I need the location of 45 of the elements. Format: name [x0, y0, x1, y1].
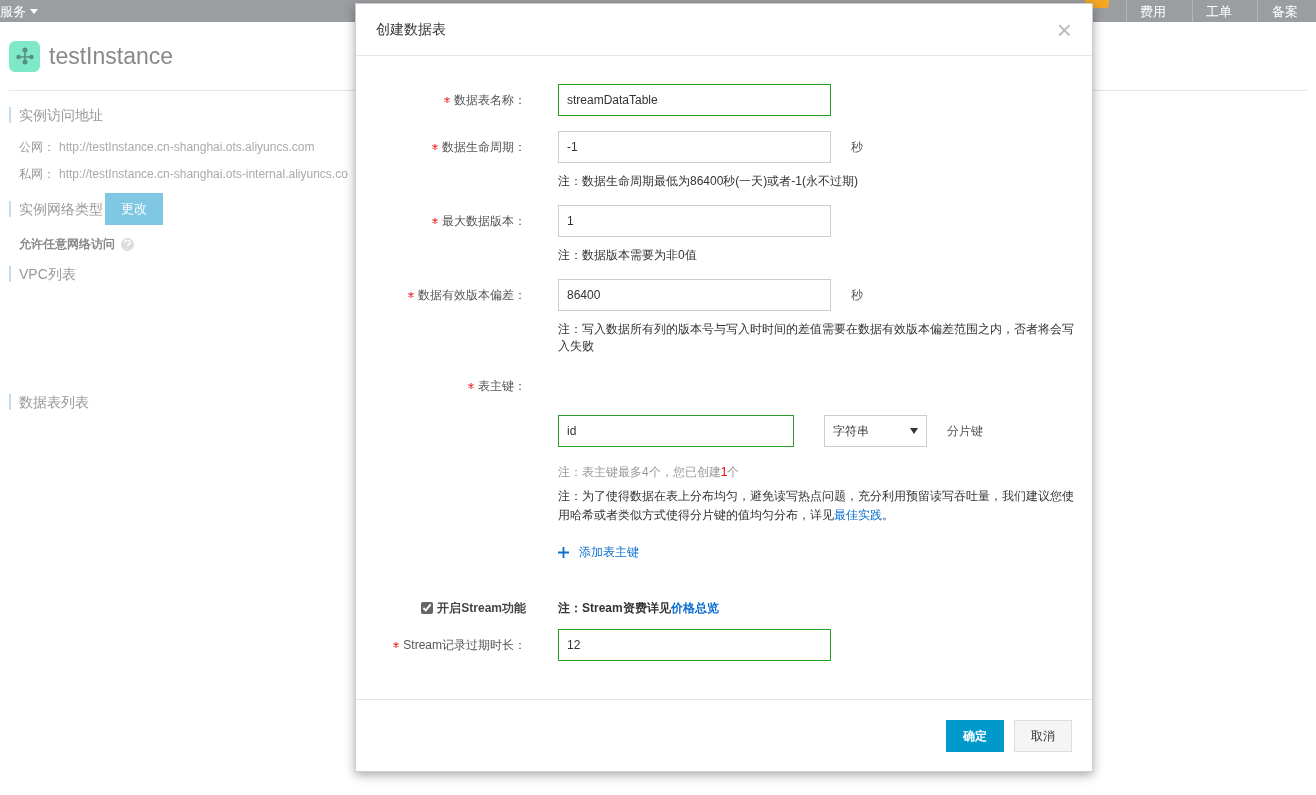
address-label: 私网： [19, 166, 56, 183]
best-practice-link[interactable]: 最佳实践 [834, 508, 882, 522]
cancel-button[interactable]: 取消 [1014, 719, 1072, 752]
field-label: 表主键： [478, 378, 526, 395]
text-field[interactable]: -1 [558, 131, 831, 163]
text-field[interactable]: streamDataTable [558, 84, 831, 116]
caret-icon [30, 9, 38, 15]
address-url: http://testInstance.cn-shanghai.ots-internal.aliyuncs.co [59, 166, 348, 183]
nav-link[interactable]: 费用 [1140, 2, 1166, 22]
text-field[interactable]: 12 [558, 629, 831, 661]
services-menu[interactable]: 服务 [0, 2, 38, 22]
key-tag: 分片键 [947, 422, 983, 440]
unit-label: 秒 [851, 287, 863, 304]
field-note: 注：表主键最多4个，您已创建1个 [558, 464, 741, 481]
checkbox-label: 开启Stream功能 [437, 600, 526, 617]
field-label: 最大数据版本： [442, 213, 526, 230]
field-note: 注：为了使得数据在表上分布均匀，避免读写热点问题，充分利用预留读写吞吐量，我们建议您使用哈希或者类似方式使得分片键的值均匀分布，详见最佳实践。 [558, 488, 1075, 524]
field-label: 数据表名称： [454, 92, 526, 109]
stream-checkbox[interactable] [421, 602, 434, 614]
nav-link[interactable]: 工单 [1206, 2, 1232, 22]
text-field[interactable]: 1 [558, 205, 831, 237]
field-note: 注：数据版本需要为非0值 [558, 247, 698, 264]
address-label: 公网： [19, 139, 56, 156]
type-dropdown[interactable]: 字符串 [824, 415, 927, 447]
network-type-value: 允许任意网络访问 [19, 236, 115, 253]
unit-label: 秒 [851, 139, 863, 156]
instance-title: testInstance [49, 41, 174, 71]
text-field[interactable]: id [558, 415, 794, 447]
instance-logo-icon [9, 40, 40, 72]
caret-icon [910, 428, 918, 434]
field-note: 注：数据生命周期最低为86400秒(一天)或者-1(永不过期) [558, 173, 860, 190]
text-field[interactable]: 86400 [558, 279, 831, 311]
plus-icon [558, 546, 569, 558]
pricing-link[interactable]: 价格总览 [670, 601, 719, 615]
section-title: 实例网络类型 [9, 201, 103, 217]
field-label: 数据有效版本偏差： [418, 287, 526, 304]
add-key-button[interactable]: 添加表主键 [558, 543, 639, 561]
field-note: 注：写入数据所有列的版本号与写入时时间的差值需要在数据有效版本偏差范围之内，否者将会写入失败 [558, 321, 1075, 355]
field-label: 数据生命周期： [442, 139, 526, 156]
confirm-button[interactable]: 确定 [946, 719, 1004, 752]
dialog-title: 创建数据表 [376, 20, 446, 39]
nav-link[interactable]: 备案 [1272, 2, 1298, 22]
address-url: http://testInstance.cn-shanghai.ots.aliyuncs.com [59, 139, 315, 156]
field-label: Stream记录过期时长： [403, 637, 526, 654]
field-note: 注：Stream资费详见价格总览 [558, 600, 719, 617]
